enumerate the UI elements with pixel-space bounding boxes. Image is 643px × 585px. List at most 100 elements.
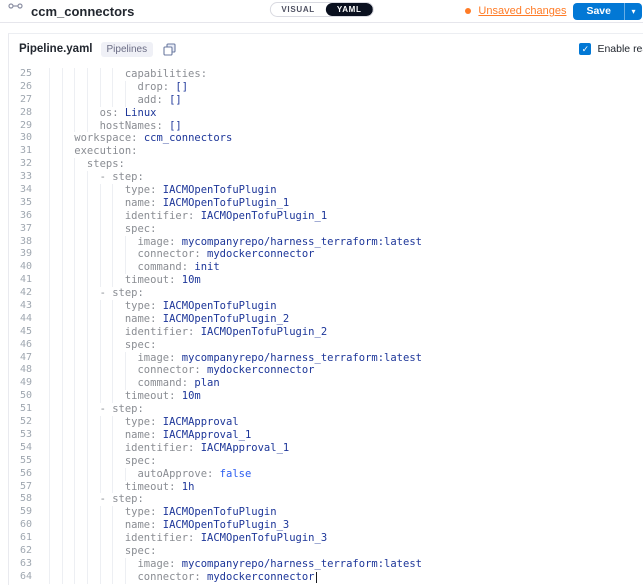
code-line[interactable]: 29hostNames: [] xyxy=(9,120,643,133)
copy-icon[interactable] xyxy=(163,43,176,56)
indent-guide xyxy=(112,377,125,390)
code-line[interactable]: 42- step: xyxy=(9,287,643,300)
unsaved-changes-link[interactable]: Unsaved changes xyxy=(478,5,566,17)
indent-guide xyxy=(74,403,87,416)
indent-guide xyxy=(49,287,62,300)
indent-guide xyxy=(62,94,75,107)
indent-guide xyxy=(87,377,100,390)
code-line[interactable]: 49command: plan xyxy=(9,377,643,390)
indent-guide xyxy=(49,210,62,223)
code-line[interactable]: 36identifier: IACMOpenTofuPlugin_1 xyxy=(9,210,643,223)
code-line[interactable]: 58- step: xyxy=(9,493,643,506)
code-line[interactable]: 63image: mycompanyrepo/harness_terraform… xyxy=(9,558,643,571)
indent-guide xyxy=(62,558,75,571)
indent-guide xyxy=(62,519,75,532)
code-line[interactable]: 32steps: xyxy=(9,158,643,171)
indent-guide xyxy=(87,455,100,468)
code-text: command: plan xyxy=(49,377,220,390)
indent-guide xyxy=(87,107,100,120)
code-line[interactable]: 39connector: mydockerconnector xyxy=(9,248,643,261)
indent-guide xyxy=(87,442,100,455)
indent-guide xyxy=(74,455,87,468)
indent-guide xyxy=(87,532,100,545)
code-line[interactable]: 38image: mycompanyrepo/harness_terraform… xyxy=(9,236,643,249)
code-line[interactable]: 46spec: xyxy=(9,339,643,352)
indent-guide xyxy=(62,107,75,120)
indent-guide xyxy=(74,171,87,184)
code-line[interactable]: 60name: IACMOpenTofuPlugin_3 xyxy=(9,519,643,532)
line-number: 31 xyxy=(9,145,49,158)
code-line[interactable]: 57timeout: 1h xyxy=(9,481,643,494)
indent-guide xyxy=(100,481,113,494)
line-number: 52 xyxy=(9,416,49,429)
code-line[interactable]: 64connector: mydockerconnector xyxy=(9,571,643,584)
indent-guide xyxy=(74,313,87,326)
indent-guide xyxy=(87,364,100,377)
line-number: 47 xyxy=(9,352,49,365)
page-title: ccm_connectors xyxy=(31,4,134,19)
indent-guide xyxy=(74,223,87,236)
code-line[interactable]: 52type: IACMApproval xyxy=(9,416,643,429)
indent-guide xyxy=(125,81,138,94)
code-line[interactable]: 25capabilities: xyxy=(9,68,643,81)
indent-guide xyxy=(100,352,113,365)
indent-guide xyxy=(112,94,125,107)
code-line[interactable]: 31execution: xyxy=(9,145,643,158)
code-line[interactable]: 62spec: xyxy=(9,545,643,558)
code-line[interactable]: 35name: IACMOpenTofuPlugin_1 xyxy=(9,197,643,210)
indent-guide xyxy=(49,429,62,442)
code-line[interactable]: 28os: Linux xyxy=(9,107,643,120)
indent-guide xyxy=(49,545,62,558)
enable-read-checkbox[interactable]: ✓ xyxy=(579,43,591,55)
line-number: 53 xyxy=(9,429,49,442)
code-text: name: IACMApproval_1 xyxy=(49,429,251,442)
indent-guide xyxy=(62,403,75,416)
indent-guide xyxy=(100,313,113,326)
indent-guide xyxy=(49,197,62,210)
code-line[interactable]: 61identifier: IACMOpenTofuPlugin_3 xyxy=(9,532,643,545)
code-line[interactable]: 40command: init xyxy=(9,261,643,274)
save-dropdown-button[interactable]: ▾ xyxy=(624,3,642,20)
code-line[interactable]: 45identifier: IACMOpenTofuPlugin_2 xyxy=(9,326,643,339)
code-line[interactable]: 41timeout: 10m xyxy=(9,274,643,287)
indent-guide xyxy=(49,171,62,184)
code-line[interactable]: 33- step: xyxy=(9,171,643,184)
line-number: 38 xyxy=(9,236,49,249)
yaml-editor[interactable]: 25capabilities:26drop: []27add: []28os: … xyxy=(9,64,643,584)
indent-guide xyxy=(112,261,125,274)
code-line[interactable]: 43type: IACMOpenTofuPlugin xyxy=(9,300,643,313)
code-line[interactable]: 37spec: xyxy=(9,223,643,236)
save-button[interactable]: Save xyxy=(573,3,624,20)
code-line[interactable]: 59type: IACMOpenTofuPlugin xyxy=(9,506,643,519)
code-line[interactable]: 56autoApprove: false xyxy=(9,468,643,481)
line-number: 59 xyxy=(9,506,49,519)
code-line[interactable]: 30workspace: ccm_connectors xyxy=(9,132,643,145)
code-line[interactable]: 44name: IACMOpenTofuPlugin_2 xyxy=(9,313,643,326)
indent-guide xyxy=(49,158,62,171)
indent-guide xyxy=(74,493,87,506)
code-line[interactable]: 55spec: xyxy=(9,455,643,468)
indent-guide xyxy=(112,236,125,249)
line-number: 43 xyxy=(9,300,49,313)
code-line[interactable]: 53name: IACMApproval_1 xyxy=(9,429,643,442)
line-number: 39 xyxy=(9,248,49,261)
indent-guide xyxy=(74,571,87,584)
code-text: spec: xyxy=(49,223,156,236)
code-text: identifier: IACMApproval_1 xyxy=(49,442,289,455)
code-line[interactable]: 27add: [] xyxy=(9,94,643,107)
code-line[interactable]: 51- step: xyxy=(9,403,643,416)
code-line[interactable]: 34type: IACMOpenTofuPlugin xyxy=(9,184,643,197)
indent-guide xyxy=(74,352,87,365)
yaml-toggle-button[interactable]: YAML xyxy=(326,3,373,16)
code-line[interactable]: 48connector: mydockerconnector xyxy=(9,364,643,377)
code-line[interactable]: 47image: mycompanyrepo/harness_terraform… xyxy=(9,352,643,365)
code-line[interactable]: 54identifier: IACMApproval_1 xyxy=(9,442,643,455)
indent-guide xyxy=(62,364,75,377)
code-line[interactable]: 26drop: [] xyxy=(9,81,643,94)
code-line[interactable]: 50timeout: 10m xyxy=(9,390,643,403)
line-number: 42 xyxy=(9,287,49,300)
indent-guide xyxy=(112,223,125,236)
visual-toggle-button[interactable]: VISUAL xyxy=(270,3,326,16)
code-text: - step: xyxy=(49,287,144,300)
line-number: 45 xyxy=(9,326,49,339)
